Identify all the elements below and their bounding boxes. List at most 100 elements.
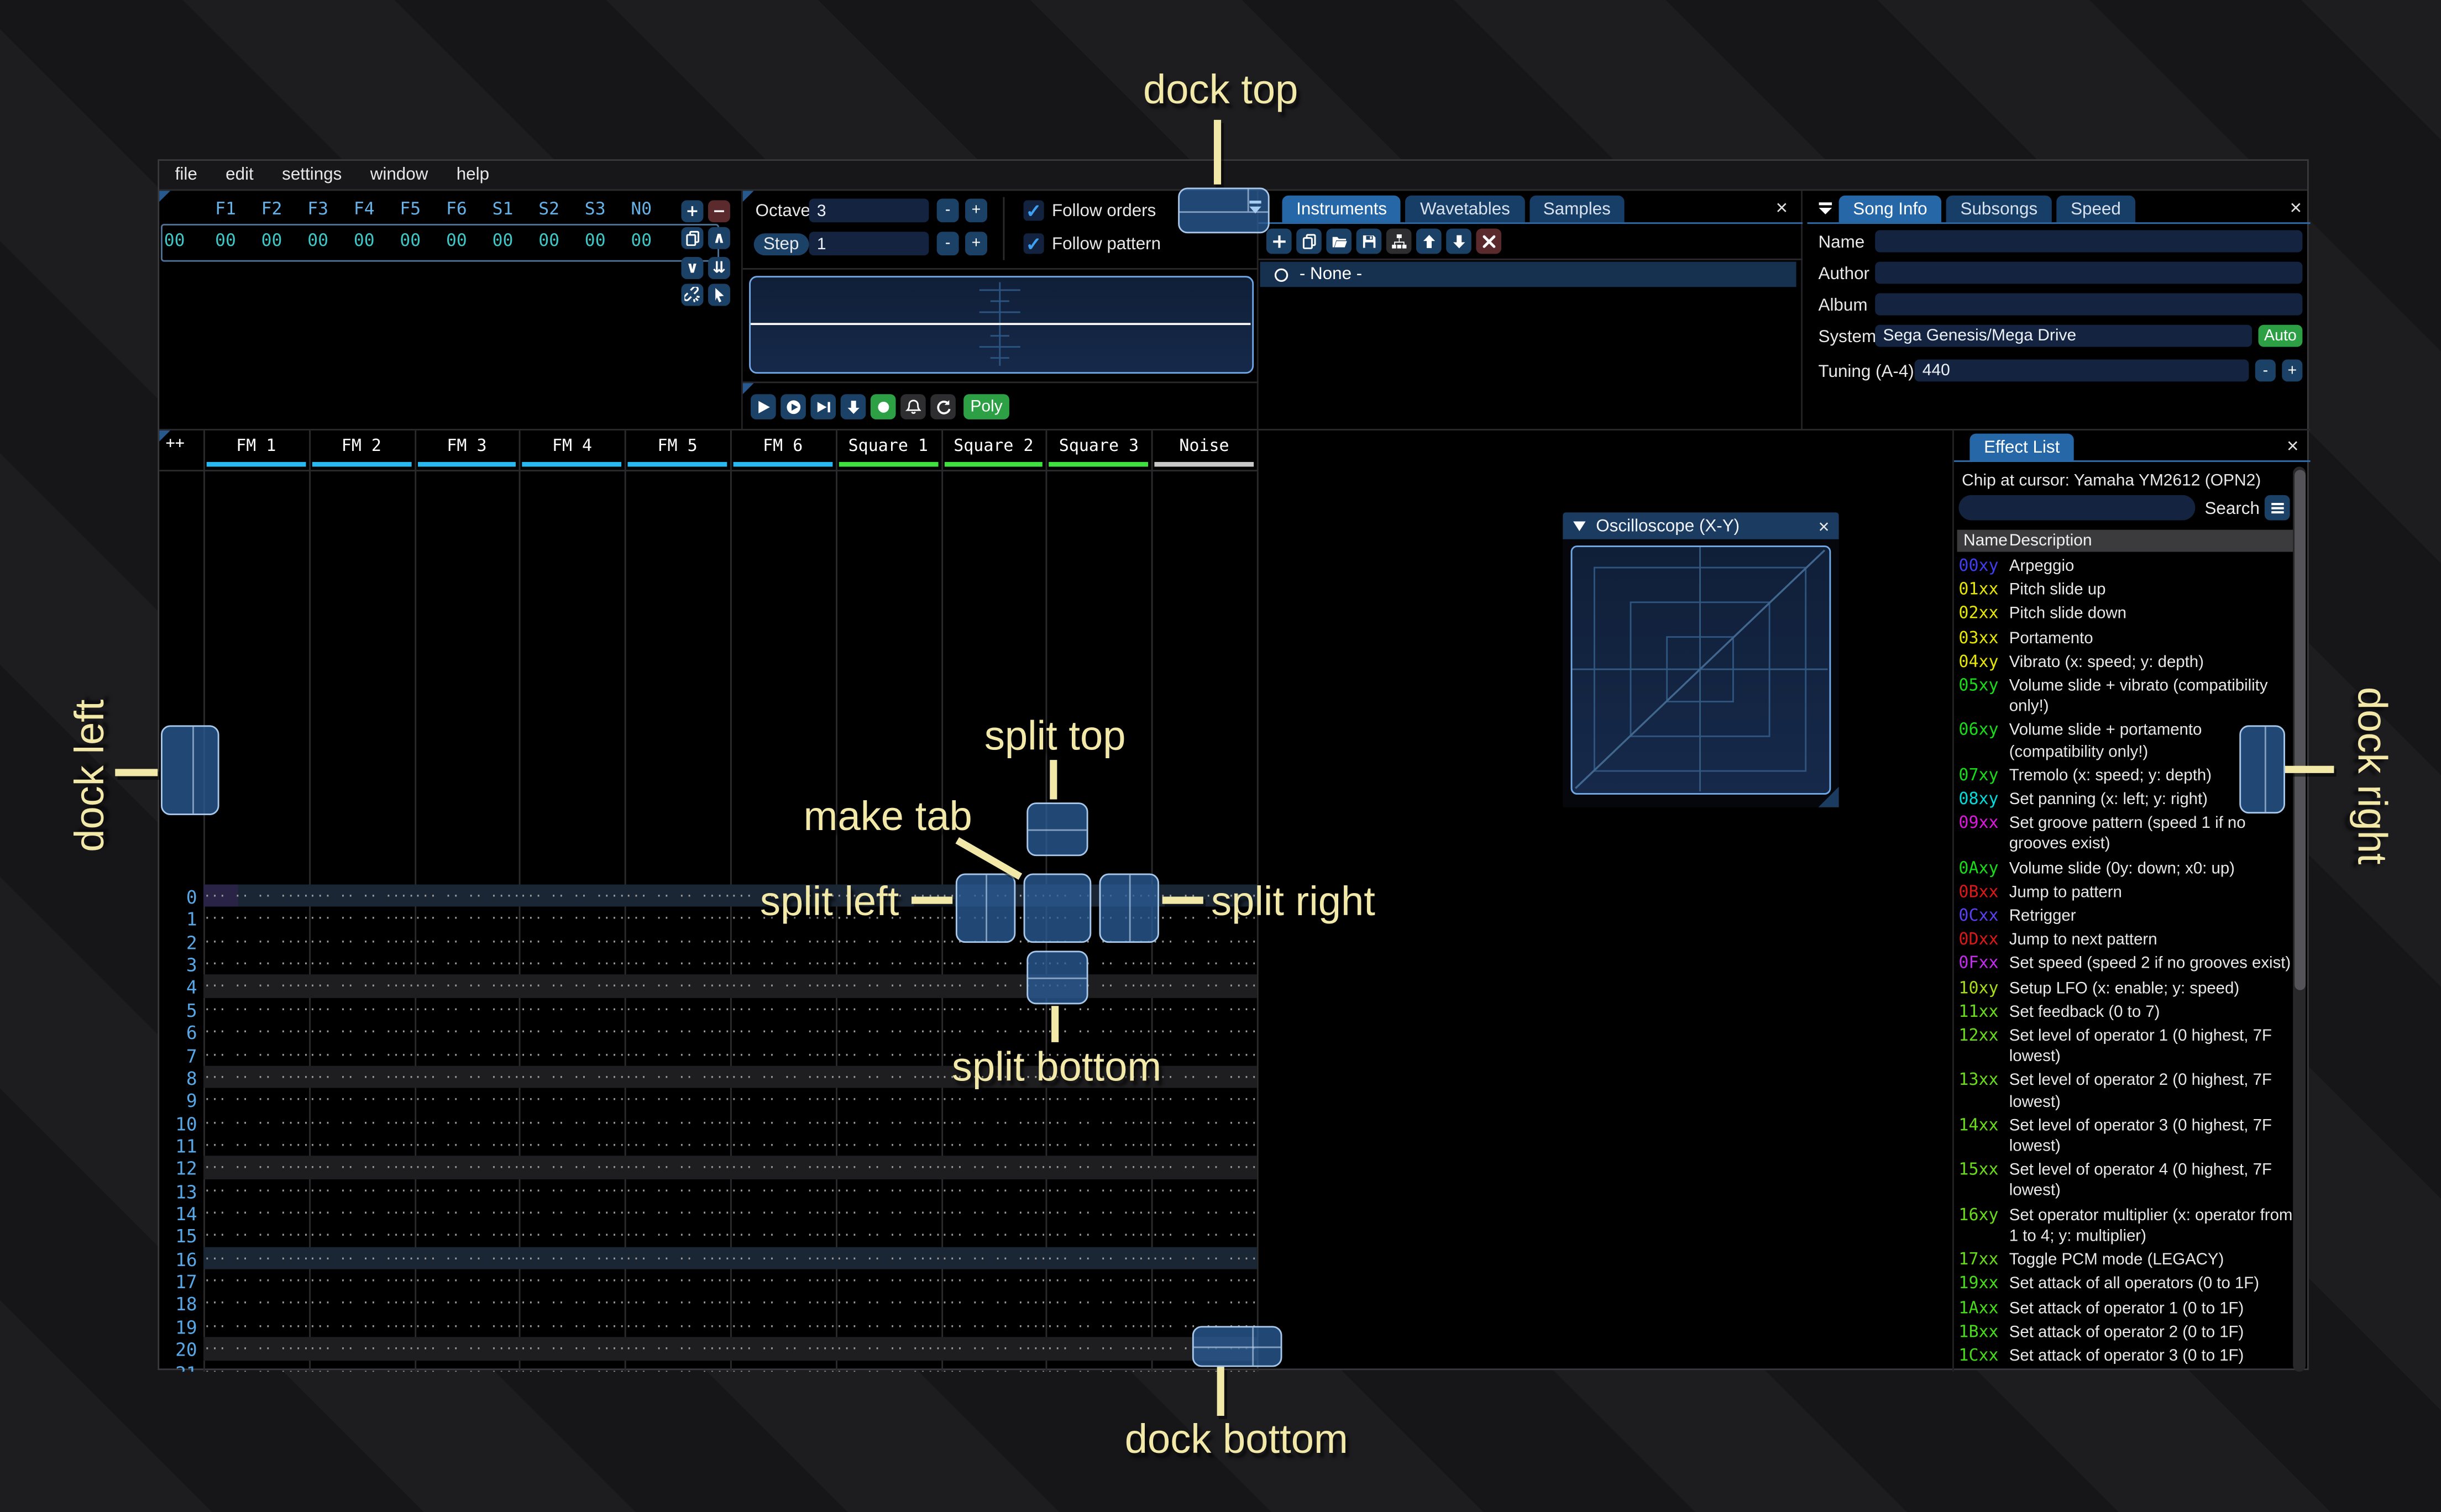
play-from-cursor-button[interactable] [781,394,806,419]
pattern-cell[interactable]: ··· ·· ·· ···· [941,1161,1046,1175]
pattern-cell[interactable]: ··· ·· ·· ···· [414,1252,520,1266]
effect-list-row[interactable]: 02xx Pitch slide down [1958,603,2293,627]
pattern-cell[interactable]: ··· ·· ·· ···· [309,1025,415,1040]
pattern-cell[interactable]: ··· ·· ·· ···· [625,980,730,994]
pattern-cell[interactable]: ··· ·· ·· ···· [625,1048,730,1062]
pattern-cell[interactable]: ··· ·· ·· ···· [520,1364,625,1372]
pattern-cell[interactable]: ··· ·· ·· ···· [625,1342,730,1356]
instrument-list-item[interactable]: - None - [1260,261,1796,287]
pattern-cell[interactable]: ··· ·· ·· ···· [203,912,309,926]
pattern-cell[interactable]: ··· ·· ·· ···· [941,1364,1046,1372]
channel-header-square-2[interactable]: Square 2 [941,437,1046,455]
pattern-cell[interactable]: ··· ·· ·· ···· [1046,1274,1152,1289]
pattern-cell[interactable]: ··· ·· ·· ···· [836,1342,941,1356]
pattern-cell[interactable]: ··· ·· ·· ···· [730,1070,836,1085]
effect-list-row[interactable]: 17xx Toggle PCM mode (LEGACY) [1958,1249,2293,1273]
channel-header-square-1[interactable]: Square 1 [836,437,941,455]
pattern-cell[interactable]: ··· ·· ·· ···· [730,957,836,972]
effect-list-row[interactable]: 05xy Volume slide + vibrato (compatibilit… [1958,675,2293,720]
oscilloscope-close-icon[interactable]: × [1818,515,1829,537]
make-tab-target[interactable] [1023,873,1092,943]
effect-list-row[interactable]: 1Cxx Set attack of operator 3 (0 to 1F) [1958,1345,2293,1368]
pattern-cell[interactable]: ··· ·· ·· ···· [730,1048,836,1062]
poly-toggle-button[interactable]: Poly [963,394,1009,419]
pattern-cell[interactable]: ··· ·· ·· ···· [625,935,730,949]
pattern-cell[interactable]: ··· ·· ·· ···· [309,1093,415,1107]
pattern-cell[interactable]: ··· ·· ·· ···· [203,1116,309,1130]
effect-list-row[interactable]: 03xx Portamento [1958,627,2293,650]
pattern-cell[interactable]: ··· ·· ·· ···· [1151,1048,1257,1062]
pattern-cell[interactable]: ··· ·· ·· ···· [625,889,730,904]
pattern-cell[interactable]: ··· ·· ·· ···· [836,1319,941,1334]
oscilloscope-title-bar[interactable]: Oscilloscope (X-Y) × [1563,512,1839,539]
pattern-cell[interactable]: ··· ·· ·· ···· [309,889,415,904]
system-input[interactable]: Sega Genesis/Mega Drive [1875,324,2253,347]
pattern-cell[interactable]: ··· ·· ·· ···· [414,1093,520,1107]
pattern-cell[interactable]: ··· ·· ·· ···· [520,889,625,904]
pattern-cell[interactable]: ··· ·· ·· ···· [836,1070,941,1085]
pattern-cell[interactable]: ··· ·· ·· ···· [1046,1297,1152,1311]
pattern-cell[interactable]: ··· ·· ·· ···· [836,1002,941,1017]
pattern-cell[interactable]: ··· ·· ·· ···· [625,1116,730,1130]
pattern-cell[interactable]: ··· ·· ·· ···· [941,1229,1046,1243]
follow-orders-checkbox[interactable]: ✓ [1023,200,1044,222]
pattern-cell[interactable]: ··· ·· ·· ···· [941,1206,1046,1221]
effect-list-row[interactable]: 15xx Set level of operator 4 (0 highest, … [1958,1159,2293,1204]
pattern-cell[interactable]: ··· ·· ·· ···· [203,1093,309,1107]
pattern-cell[interactable]: ··· ·· ·· ···· [520,1002,625,1017]
tuning-input[interactable]: 440 [1914,359,2249,382]
effect-list-row[interactable]: 0Bxx Jump to pattern [1958,881,2293,905]
pattern-cell[interactable]: ··· ·· ·· ···· [309,1138,415,1153]
pattern-cell[interactable]: ··· ·· ·· ···· [625,1070,730,1085]
order-cell[interactable]: 00 [207,230,244,251]
tuning-plus-button[interactable]: + [2282,359,2303,382]
pattern-cell[interactable]: ··· ·· ·· ···· [1151,1138,1257,1153]
pattern-cell[interactable]: ··· ·· ·· ···· [520,1093,625,1107]
oscilloscope-xy-window[interactable]: Oscilloscope (X-Y) × [1563,512,1839,807]
pattern-cell[interactable]: ··· ·· ·· ···· [1046,1002,1152,1017]
pattern-cell[interactable]: ··· ·· ·· ···· [836,1025,941,1040]
pattern-cell[interactable]: ··· ·· ·· ···· [836,957,941,972]
octave-plus-button[interactable]: + [965,198,987,223]
pattern-cell[interactable]: ··· ·· ·· ···· [520,1116,625,1130]
pattern-cell[interactable]: ··· ·· ·· ···· [1046,1138,1152,1153]
pattern-cell[interactable]: ··· ·· ·· ···· [520,980,625,994]
menu-settings[interactable]: settings [282,166,342,185]
delete-instrument-button[interactable] [1476,228,1501,253]
pattern-cell[interactable]: ··· ·· ·· ···· [414,1206,520,1221]
pattern-cell[interactable]: ··· ·· ·· ···· [309,1161,415,1175]
pattern-cell[interactable]: ··· ·· ·· ···· [625,1364,730,1372]
pattern-cell[interactable]: ··· ·· ·· ···· [309,1116,415,1130]
pattern-cell[interactable]: ··· ·· ·· ···· [941,1297,1046,1311]
pattern-cell[interactable]: ··· ·· ·· ···· [1151,1002,1257,1017]
pattern-cell[interactable]: ··· ·· ·· ···· [520,1161,625,1175]
pattern-cell[interactable]: ··· ·· ·· ···· [941,1342,1046,1356]
pattern-cell[interactable]: ··· ·· ·· ···· [520,1138,625,1153]
pattern-cell[interactable]: ··· ·· ·· ···· [203,1048,309,1062]
save-instrument-button[interactable] [1356,228,1381,253]
effect-list-scrollbar-thumb[interactable] [2293,470,2305,990]
pattern-cell[interactable]: ··· ·· ·· ···· [1046,1364,1152,1372]
pattern-cell[interactable]: ··· ·· ·· ···· [520,957,625,972]
step-input[interactable]: 1 [809,232,929,256]
pattern-cell[interactable]: ··· ·· ·· ···· [730,1116,836,1130]
pattern-cell[interactable]: ··· ·· ·· ···· [414,1297,520,1311]
pattern-cell[interactable]: ··· ·· ·· ···· [414,1002,520,1017]
pattern-cell[interactable]: ··· ·· ·· ···· [625,1138,730,1153]
chevron-down-order-button[interactable]: ∨ [681,257,704,279]
pattern-cell[interactable]: ··· ·· ·· ···· [836,1184,941,1198]
pattern-cell[interactable]: ··· ·· ·· ···· [1151,1070,1257,1085]
pattern-cell[interactable]: ··· ·· ·· ···· [941,1274,1046,1289]
pattern-cell[interactable]: ··· ·· ·· ···· [625,1229,730,1243]
pattern-cell[interactable]: ··· ·· ·· ···· [309,980,415,994]
pattern-cell[interactable]: ··· ·· ·· ···· [203,1229,309,1243]
tab-song-info[interactable]: Song Info [1838,195,1942,223]
pattern-cell[interactable]: ··· ·· ·· ···· [414,957,520,972]
unlink-order-button[interactable] [681,284,704,306]
pattern-cell[interactable]: ··· ·· ·· ···· [309,1297,415,1311]
tab-wavetables[interactable]: Wavetables [1406,195,1525,223]
pattern-cell[interactable]: ··· ·· ·· ···· [414,1319,520,1334]
pattern-cell[interactable]: ··· ·· ·· ···· [203,1342,309,1356]
effect-list-menu-button[interactable] [2264,495,2290,521]
pattern-cell[interactable]: ··· ·· ·· ···· [836,935,941,949]
